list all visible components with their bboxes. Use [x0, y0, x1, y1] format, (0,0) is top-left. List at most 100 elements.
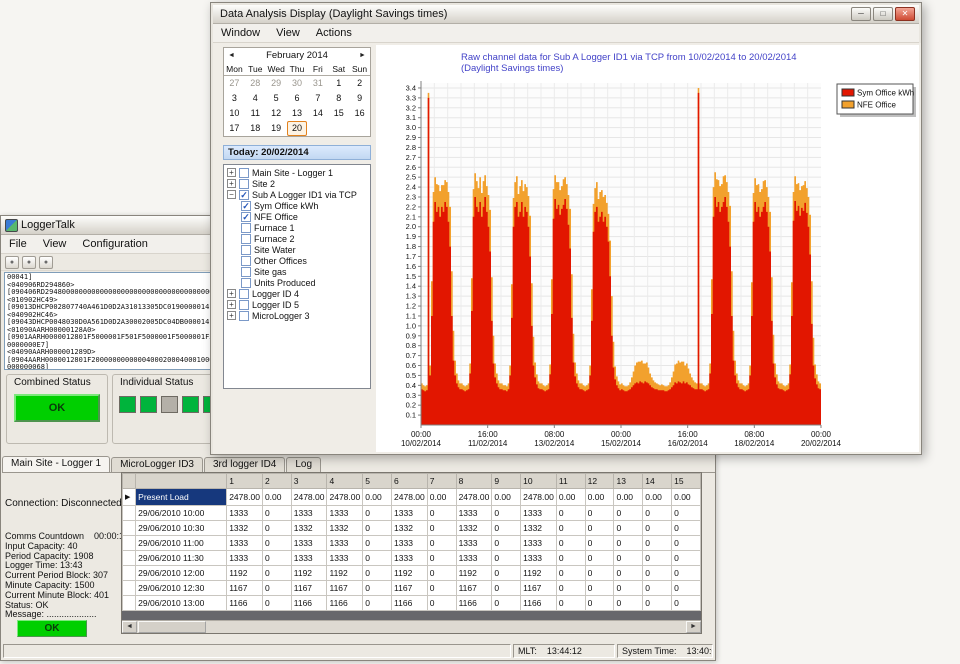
- collapse-icon[interactable]: −: [227, 190, 236, 199]
- grid-cell[interactable]: 1333: [327, 536, 363, 551]
- menu-actions[interactable]: Actions: [308, 25, 360, 41]
- checkbox-checked[interactable]: ✓: [239, 190, 249, 200]
- grid-cell[interactable]: 1192: [392, 566, 428, 581]
- grid-cell[interactable]: 0: [614, 506, 643, 521]
- grid-cell[interactable]: 0: [672, 551, 701, 566]
- tree-item-sub-a-logger-id1-via-tcp[interactable]: −✓Sub A Logger ID1 via TCP: [224, 189, 370, 200]
- grid-cell[interactable]: 1332: [327, 521, 363, 536]
- grid-cell[interactable]: 2478.00: [456, 489, 492, 506]
- calendar-day-31[interactable]: 31: [307, 76, 328, 91]
- checkbox-unchecked[interactable]: [239, 311, 249, 321]
- grid-cell[interactable]: 0.00: [614, 489, 643, 506]
- grid-cell[interactable]: 0: [556, 521, 585, 536]
- grid-cell[interactable]: 0: [614, 581, 643, 596]
- grid-cell[interactable]: 0: [363, 521, 392, 536]
- grid-cell[interactable]: 0: [427, 596, 456, 611]
- calendar-day-7[interactable]: 7: [307, 91, 328, 106]
- grid-cell[interactable]: 0: [492, 521, 521, 536]
- tree-item-nfe-office[interactable]: ✓NFE Office: [224, 211, 370, 222]
- tree-item-main-site-logger-1[interactable]: +Main Site - Logger 1: [224, 167, 370, 178]
- checkbox-unchecked[interactable]: [241, 245, 251, 255]
- grid-cell[interactable]: 2478.00: [392, 489, 428, 506]
- grid-cell[interactable]: 0.00: [492, 489, 521, 506]
- checkbox-unchecked[interactable]: [241, 278, 251, 288]
- grid-cell[interactable]: 1332: [392, 521, 428, 536]
- grid-cell[interactable]: 0: [672, 536, 701, 551]
- grid-cell[interactable]: 1333: [291, 506, 327, 521]
- grid-cell[interactable]: 0: [614, 551, 643, 566]
- grid-cell[interactable]: 1333: [392, 506, 428, 521]
- grid-row-name[interactable]: 29/06/2010 12:30: [136, 581, 227, 596]
- grid-cell[interactable]: 0: [427, 551, 456, 566]
- checkbox-unchecked[interactable]: [239, 179, 249, 189]
- calendar-day-6[interactable]: 6: [287, 91, 308, 106]
- grid-cell[interactable]: 0.00: [363, 489, 392, 506]
- calendar-day-14[interactable]: 14: [307, 106, 328, 121]
- scroll-right-button[interactable]: ►: [686, 621, 701, 633]
- grid-cell[interactable]: 0: [556, 566, 585, 581]
- grid-cell[interactable]: 1333: [392, 536, 428, 551]
- tree-item-site-water[interactable]: Site Water: [224, 244, 370, 255]
- grid-cell[interactable]: 1333: [392, 551, 428, 566]
- grid-cell[interactable]: 1167: [327, 581, 363, 596]
- checkbox-checked[interactable]: ✓: [241, 212, 251, 222]
- calendar-day-12[interactable]: 12: [266, 106, 287, 121]
- grid-cell[interactable]: 0: [585, 566, 614, 581]
- menu-window[interactable]: Window: [213, 25, 268, 41]
- grid-cell[interactable]: 1166: [291, 596, 327, 611]
- tab-3rd-logger-id4[interactable]: 3rd logger ID4: [204, 457, 285, 472]
- grid-cell[interactable]: 0: [585, 506, 614, 521]
- calendar-today-label[interactable]: Today: 20/02/2014: [223, 145, 371, 160]
- grid-cell[interactable]: 0: [672, 566, 701, 581]
- grid-cell[interactable]: 1192: [456, 566, 492, 581]
- grid-cell[interactable]: 1333: [456, 536, 492, 551]
- tree-item-logger-id-5[interactable]: +Logger ID 5: [224, 299, 370, 310]
- grid-cell[interactable]: 0: [556, 596, 585, 611]
- calendar-next-icon[interactable]: ►: [359, 52, 366, 59]
- grid-cell[interactable]: 2478.00: [327, 489, 363, 506]
- tree-item-sym-office-kwh[interactable]: ✓Sym Office kWh: [224, 200, 370, 211]
- grid-cell[interactable]: 1192: [227, 566, 263, 581]
- grid-cell[interactable]: 0: [614, 521, 643, 536]
- grid-cell[interactable]: 2478.00: [227, 489, 263, 506]
- analysis-titlebar[interactable]: Data Analysis Display (Daylight Savings …: [213, 5, 919, 24]
- tree-item-other-offices[interactable]: Other Offices: [224, 255, 370, 266]
- minimize-button[interactable]: ─: [851, 7, 871, 21]
- grid-cell[interactable]: 0.00: [585, 489, 614, 506]
- grid-cell[interactable]: 0: [585, 536, 614, 551]
- grid-row-name[interactable]: 29/06/2010 13:00: [136, 596, 227, 611]
- menu-file[interactable]: File: [1, 236, 35, 252]
- calendar-day-28[interactable]: 28: [245, 76, 266, 91]
- grid-cell[interactable]: 1167: [227, 581, 263, 596]
- grid-cell[interactable]: 0: [585, 551, 614, 566]
- grid-row-name[interactable]: Present Load: [136, 489, 227, 506]
- grid-cell[interactable]: 0: [427, 581, 456, 596]
- grid-cell[interactable]: 0.00: [262, 489, 291, 506]
- calendar-day-9[interactable]: 9: [349, 91, 370, 106]
- calendar-day-18[interactable]: 18: [245, 121, 266, 136]
- grid-cell[interactable]: 0: [614, 566, 643, 581]
- grid-cell[interactable]: 0: [643, 566, 672, 581]
- grid-cell[interactable]: 0: [427, 521, 456, 536]
- tree-item-furnace-1[interactable]: Furnace 1: [224, 222, 370, 233]
- grid-cell[interactable]: 0: [262, 566, 291, 581]
- calendar-day-1[interactable]: 1: [328, 76, 349, 91]
- grid-cell[interactable]: 0: [363, 596, 392, 611]
- grid-row-name[interactable]: 29/06/2010 11:30: [136, 551, 227, 566]
- grid-cell[interactable]: 0: [363, 506, 392, 521]
- grid-row-name[interactable]: 29/06/2010 11:00: [136, 536, 227, 551]
- grid-cell[interactable]: 0.00: [672, 489, 701, 506]
- expand-icon[interactable]: +: [227, 311, 236, 320]
- grid-cell[interactable]: 2478.00: [521, 489, 557, 506]
- grid-cell[interactable]: 1167: [291, 581, 327, 596]
- grid-cell[interactable]: 1332: [521, 521, 557, 536]
- scroll-thumb[interactable]: [138, 621, 206, 633]
- checkbox-unchecked[interactable]: [241, 234, 251, 244]
- grid-cell[interactable]: 1332: [456, 521, 492, 536]
- grid-cell[interactable]: 2478.00: [291, 489, 327, 506]
- grid-cell[interactable]: 1333: [327, 506, 363, 521]
- expand-icon[interactable]: +: [227, 300, 236, 309]
- grid-cell[interactable]: 1192: [327, 566, 363, 581]
- grid-cell[interactable]: 0: [492, 596, 521, 611]
- calendar-day-16[interactable]: 16: [349, 106, 370, 121]
